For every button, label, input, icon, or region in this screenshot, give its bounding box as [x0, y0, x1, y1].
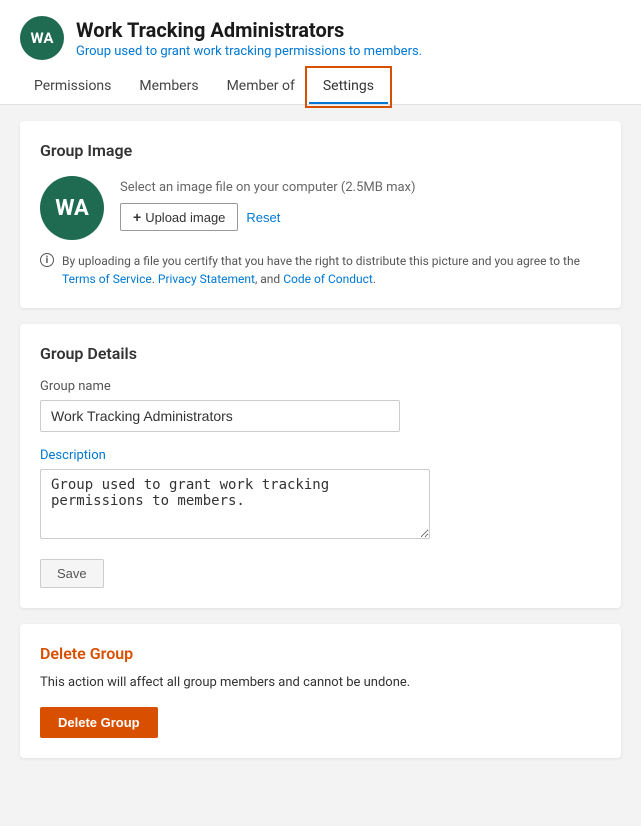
main-content: Group Image WA Select an image file on y… [0, 105, 641, 774]
privacy-link[interactable]: Privacy Statement [158, 272, 255, 286]
save-button[interactable]: Save [40, 559, 104, 588]
nav-tabs: Permissions Members Member of Settings [20, 70, 621, 104]
delete-warning: This action will affect all group member… [40, 673, 601, 693]
delete-group-card: Delete Group This action will affect all… [20, 624, 621, 758]
group-image-title: Group Image [40, 141, 601, 160]
page-header: WA Work Tracking Administrators Group us… [0, 0, 641, 105]
description-field-group: Description [40, 448, 601, 543]
header-title: Work Tracking Administrators [76, 18, 422, 42]
tab-permissions[interactable]: Permissions [20, 70, 125, 104]
group-name-input[interactable] [40, 400, 400, 432]
upload-image-button[interactable]: + Upload image [120, 203, 238, 231]
group-details-card: Group Details Group name Description Sav… [20, 324, 621, 608]
info-icon: i [40, 253, 54, 267]
name-field-group: Group name [40, 379, 601, 432]
header-avatar: WA [20, 16, 64, 60]
plus-icon: + [133, 209, 141, 225]
tab-members[interactable]: Members [125, 70, 212, 104]
header-info: Work Tracking Administrators Group used … [76, 18, 422, 59]
tab-settings[interactable]: Settings [309, 70, 388, 104]
header-subtitle: Group used to grant work tracking permis… [76, 44, 422, 59]
tab-member-of[interactable]: Member of [213, 70, 309, 104]
image-controls: Select an image file on your computer (2… [120, 176, 416, 231]
description-input[interactable] [40, 469, 430, 539]
header-top: WA Work Tracking Administrators Group us… [20, 16, 621, 60]
disclaimer-text: By uploading a file you certify that you… [62, 252, 601, 288]
group-avatar: WA [40, 176, 104, 240]
group-image-section: WA Select an image file on your computer… [40, 176, 601, 288]
delete-section-title: Delete Group [40, 644, 601, 663]
image-buttons: + Upload image Reset [120, 203, 416, 231]
upload-label: Upload image [145, 210, 225, 225]
delete-group-button[interactable]: Delete Group [40, 707, 158, 738]
group-details-title: Group Details [40, 344, 601, 363]
reset-button[interactable]: Reset [246, 205, 280, 230]
image-hint: Select an image file on your computer (2… [120, 180, 416, 195]
conduct-link[interactable]: Code of Conduct [283, 272, 373, 286]
terms-link[interactable]: Terms of Service [62, 272, 152, 286]
name-label: Group name [40, 379, 601, 394]
image-row: WA Select an image file on your computer… [40, 176, 601, 240]
disclaimer-and: and [260, 272, 280, 286]
description-label: Description [40, 448, 601, 463]
disclaimer: i By uploading a file you certify that y… [40, 252, 601, 288]
group-image-card: Group Image WA Select an image file on y… [20, 121, 621, 308]
